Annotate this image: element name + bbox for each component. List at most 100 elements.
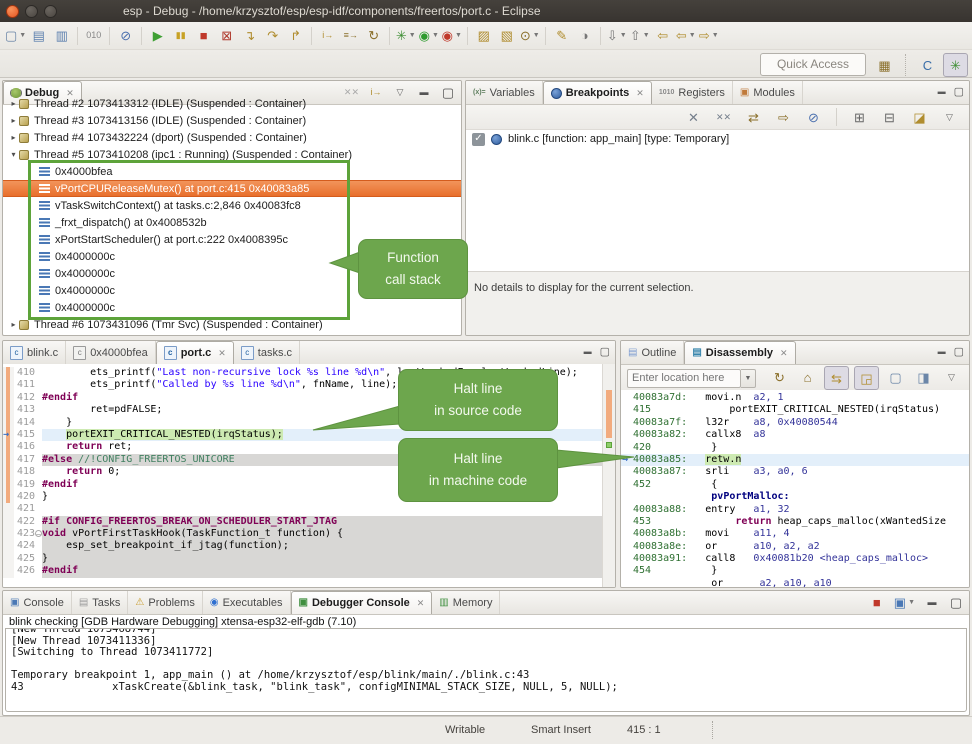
- thread-row[interactable]: ▸Thread #3 1073413156 (IDLE) (Suspended …: [3, 112, 461, 129]
- close-icon[interactable]: ✕: [218, 348, 226, 359]
- editor-tab-tasks-c[interactable]: ctasks.c: [234, 341, 300, 364]
- refresh-button[interactable]: ↻: [768, 366, 791, 388]
- breakpoint-item[interactable]: ✓blink.c [function: app_main] [type: Tem…: [466, 130, 969, 148]
- thread-row[interactable]: ▸Thread #6 1073431096 (Tmr Svc) (Suspend…: [3, 316, 461, 333]
- view-menu-button[interactable]: ▽: [938, 106, 961, 128]
- search-button[interactable]: ⊙▼: [518, 25, 541, 47]
- editor-tab-0x4000bfea[interactable]: c0x4000bfea: [66, 341, 156, 364]
- code-line[interactable]: 423–void vPortFirstTaskHook(TaskFunction…: [3, 528, 615, 540]
- forward-button[interactable]: ⇨▼: [697, 25, 720, 47]
- save-button[interactable]: ▤: [27, 25, 50, 47]
- minimize-button[interactable]: ▬: [938, 88, 946, 96]
- code-line[interactable]: 424 esp_set_breakpoint_if_jtag(function)…: [3, 540, 615, 552]
- next-annotation-button[interactable]: ⇧▼: [628, 25, 651, 47]
- run-button[interactable]: ◉▼: [417, 25, 440, 47]
- tab-modules[interactable]: ▣Modules: [733, 81, 803, 104]
- tab-breakpoints[interactable]: Breakpoints✕: [543, 81, 652, 104]
- go-to-file-button[interactable]: ⇨: [772, 106, 795, 128]
- stack-frame-row[interactable]: 0x4000000c: [3, 299, 461, 316]
- disassembly-line[interactable]: 40083a87: srli a3, a0, 6: [621, 466, 969, 478]
- window-close-button[interactable]: [6, 5, 19, 18]
- track-expression-button[interactable]: ◲: [854, 366, 879, 390]
- skip-all-button[interactable]: ⊘: [802, 106, 825, 128]
- tree-expand-icon[interactable]: ▸: [8, 320, 19, 329]
- disassembly-line[interactable]: 415 portEXIT_CRITICAL_NESTED(irqStatus): [621, 404, 969, 416]
- disassembly-line[interactable]: 40083a7f: l32r a8, 0x40080544: [621, 417, 969, 429]
- stack-frame-row[interactable]: _frxt_dispatch() at 0x4008532b: [3, 214, 461, 231]
- stack-frame-row[interactable]: 0x4000bfea: [3, 163, 461, 180]
- tab-variables[interactable]: (x)=Variables: [466, 81, 543, 104]
- maximize-button[interactable]: ▢: [954, 347, 964, 358]
- disassembly-line[interactable]: 40083a7d: movi.n a2, 1: [621, 392, 969, 404]
- instruction-stepping-button[interactable]: i→: [316, 25, 339, 47]
- last-edit-location-button[interactable]: ⇩▼: [605, 25, 628, 47]
- code-line[interactable]: 426#endif: [3, 565, 615, 577]
- back-history-button[interactable]: ⇦▼: [674, 25, 697, 47]
- disassembly-line[interactable]: 420 }: [621, 442, 969, 454]
- window-maximize-button[interactable]: [44, 5, 57, 18]
- disassembly-line[interactable]: 453 return heap_caps_malloc(xWantedSize: [621, 516, 969, 528]
- terminate-button[interactable]: ■: [192, 25, 215, 47]
- disassembly-line[interactable]: 40083a82: callx8 a8: [621, 429, 969, 441]
- disassembly-line[interactable]: →40083a85: retw.n: [621, 454, 969, 466]
- tab-executables[interactable]: ◉Executables: [203, 591, 291, 614]
- disassembly-line[interactable]: 452 {: [621, 479, 969, 491]
- resume-button[interactable]: ▶: [146, 25, 169, 47]
- suspend-button[interactable]: ▮▮: [169, 25, 192, 47]
- step-over-button[interactable]: ↷: [261, 25, 284, 47]
- close-icon[interactable]: ✕: [417, 598, 425, 609]
- editor-tab-port-c[interactable]: cport.c✕: [156, 341, 234, 364]
- open-console-button[interactable]: ▣▼: [893, 591, 916, 613]
- tree-expand-icon[interactable]: ▸: [8, 133, 19, 142]
- back-button[interactable]: ⇦: [651, 25, 674, 47]
- tab-tasks[interactable]: ▤Tasks: [72, 591, 129, 614]
- step-return-button[interactable]: ↱: [284, 25, 307, 47]
- stack-frame-row[interactable]: vTaskSwitchContext() at tasks.c:2,846 0x…: [3, 197, 461, 214]
- disassembly-line[interactable]: 40083a8b: movi a11, 4: [621, 528, 969, 540]
- tab-outline[interactable]: ▤Outline: [621, 341, 684, 364]
- binary-button[interactable]: 010: [82, 25, 105, 47]
- open-perspective-button[interactable]: ▦: [873, 54, 896, 76]
- quick-access-box[interactable]: Quick Access: [760, 53, 866, 76]
- tab-debugger-console[interactable]: ▣Debugger Console✕: [291, 591, 433, 614]
- disassembly-line[interactable]: 454 }: [621, 565, 969, 577]
- show-source-button[interactable]: ⇆: [824, 366, 849, 390]
- fold-icon[interactable]: –: [35, 530, 42, 537]
- remove-all-breakpoints-button[interactable]: ✕✕: [712, 106, 735, 128]
- tab-problems[interactable]: ⚠Problems: [128, 591, 202, 614]
- code-line[interactable]: 425}: [3, 553, 615, 565]
- collapse-all-button[interactable]: ⊟: [878, 106, 901, 128]
- new-button[interactable]: ▢▼: [4, 25, 27, 47]
- disassembly-line[interactable]: or a2, a10, a10: [621, 578, 969, 588]
- debug-perspective-button[interactable]: ✳: [943, 53, 968, 77]
- tree-expand-icon[interactable]: ▾: [8, 150, 19, 159]
- window-minimize-button[interactable]: [25, 5, 38, 18]
- disassembly-line[interactable]: 40083a8e: or a10, a2, a2: [621, 541, 969, 553]
- remove-breakpoint-button[interactable]: ✕: [682, 106, 705, 128]
- thread-row[interactable]: ▸Thread #4 1073432224 (dport) (Suspended…: [3, 129, 461, 146]
- open-new-view-button[interactable]: ▢: [884, 366, 907, 388]
- save-all-button[interactable]: ▥: [50, 25, 73, 47]
- show-supported-breakpoints-button[interactable]: ⇄: [742, 106, 765, 128]
- open-resource-button[interactable]: ▧: [495, 25, 518, 47]
- disassembly-line[interactable]: 40083a88: entry a1, 32: [621, 504, 969, 516]
- home-button[interactable]: ⌂: [796, 366, 819, 388]
- location-input[interactable]: [627, 369, 741, 388]
- minimize-button[interactable]: ▬: [938, 348, 946, 356]
- close-icon[interactable]: ✕: [636, 88, 644, 99]
- close-icon[interactable]: ✕: [780, 348, 788, 359]
- thread-row[interactable]: ▸Thread #2 1073413312 (IDLE) (Suspended …: [3, 95, 461, 112]
- skip-all-breakpoints-button[interactable]: ⊘: [114, 25, 137, 47]
- disassembly-line[interactable]: pvPortMalloc:: [621, 491, 969, 503]
- view-menu-button[interactable]: ▽: [940, 366, 963, 388]
- breakpoint-enabled-checkbox[interactable]: ✓: [472, 133, 485, 146]
- disassembly-listing[interactable]: 40083a7d: movi.n a2, 1415 portEXIT_CRITI…: [621, 390, 969, 587]
- pin-button[interactable]: ◨: [912, 366, 935, 388]
- external-tools-button[interactable]: ◉▼: [440, 25, 463, 47]
- minimize-button[interactable]: ▬: [584, 348, 592, 356]
- tab-memory[interactable]: ▥Memory: [432, 591, 500, 614]
- disassembly-line[interactable]: 40083a91: call8 0x40081b20 <heap_caps_ma…: [621, 553, 969, 565]
- maximize-button[interactable]: ▢: [954, 87, 964, 98]
- debugger-console-output[interactable]: [New Thread 1073468744][New Thread 10734…: [5, 628, 967, 712]
- tab-console[interactable]: ▣Console: [3, 591, 72, 614]
